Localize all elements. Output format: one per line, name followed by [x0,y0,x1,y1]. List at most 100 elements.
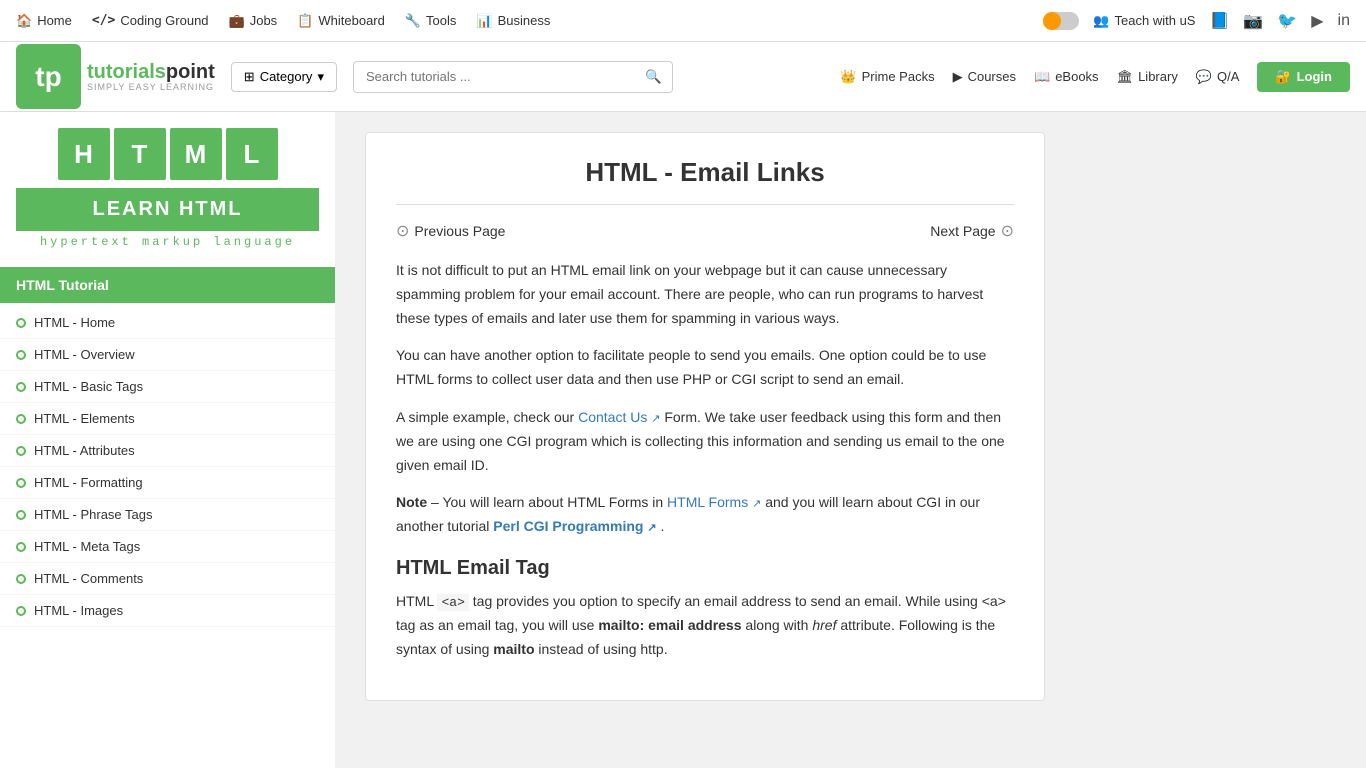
html-letter-l: L [226,128,278,180]
sidebar-item-html-basic-tags[interactable]: HTML - Basic Tags [0,371,335,403]
facebook-icon[interactable]: 📘 [1209,11,1229,31]
sidebar-item-html-meta-tags[interactable]: HTML - Meta Tags [0,531,335,563]
href-em: href [812,617,836,633]
sidebar-item-html-comments[interactable]: HTML - Comments [0,563,335,595]
qa-link[interactable]: 💬 Q/A [1196,69,1240,85]
nav-business[interactable]: 📊 Business [476,13,550,29]
hypertext-tagline: hypertext markup language [16,231,319,255]
instagram-icon[interactable]: 📷 [1243,11,1263,31]
svg-text:tp: tp [35,61,61,92]
login-button[interactable]: 🔐 Login [1257,62,1350,92]
nav-tools[interactable]: 🔧 Tools [405,13,457,29]
library-link[interactable]: 🏛 Library [1117,69,1178,85]
nav-coding-ground[interactable]: </> Coding Ground [92,13,209,28]
bullet-icon [16,510,26,520]
home-icon: 🏠 [16,13,32,29]
tutorial-title: HTML Tutorial [0,267,335,303]
top-nav-right: 👥 Teach with uS 📘 📷 🐦 ▶ in [1043,11,1350,31]
paragraph-3: A simple example, check our Contact Us ↗… [396,406,1014,477]
html-banner: H T M L LEARN HTML hypertext markup lang… [16,128,319,255]
paragraph-1: It is not difficult to put an HTML email… [396,259,1014,330]
library-icon: 🏛 [1117,69,1134,85]
sidebar-item-html-elements[interactable]: HTML - Elements [0,403,335,435]
bullet-icon [16,414,26,424]
sidebar-item-html-attributes[interactable]: HTML - Attributes [0,435,335,467]
html-letter-t: T [114,128,166,180]
previous-page-button[interactable]: ⊙ Previous Page [396,221,505,241]
external-link-icon-3: ↗ [647,522,656,534]
section-title-email-tag: HTML Email Tag [396,557,1014,580]
sidebar-item-html-images[interactable]: HTML - Images [0,595,335,627]
note-paragraph: Note – You will learn about HTML Forms i… [396,491,1014,539]
next-page-button[interactable]: Next Page ⊙ [930,221,1014,241]
sidebar: H T M L LEARN HTML hypertext markup lang… [0,112,335,768]
top-nav: 🏠 Home </> Coding Ground 💼 Jobs 📋 Whiteb… [0,0,1366,42]
courses-link[interactable]: ▶ Courses [953,69,1016,85]
linkedin-icon[interactable]: in [1338,12,1350,30]
main-content: HTML - Email Links ⊙ Previous Page Next … [335,112,1366,768]
top-nav-left: 🏠 Home </> Coding Ground 💼 Jobs 📋 Whiteb… [16,13,550,29]
mailto-strong: mailto: email address [598,617,741,633]
logo-image: tp [16,44,81,109]
page-layout: H T M L LEARN HTML hypertext markup lang… [0,112,1366,768]
dark-mode-toggle[interactable] [1043,12,1079,30]
title-divider [396,204,1014,205]
note-label: Note [396,494,427,510]
search-icon: 🔍 [645,69,662,84]
nav-whiteboard[interactable]: 📋 Whiteboard [297,13,385,29]
youtube-icon[interactable]: ▶ [1311,11,1323,31]
grid-icon: ⊞ [244,69,255,85]
teach-icon: 👥 [1093,13,1109,29]
tools-icon: 🔧 [405,13,421,29]
perl-cgi-link[interactable]: Perl CGI Programming ↗ [493,518,660,534]
sidebar-item-html-phrase-tags[interactable]: HTML - Phrase Tags [0,499,335,531]
page-nav-buttons: ⊙ Previous Page Next Page ⊙ [396,221,1014,241]
prime-icon: 👑 [840,69,856,85]
category-button[interactable]: ⊞ Category ▾ [231,62,337,92]
bullet-icon [16,446,26,456]
right-arrow-icon: ⊙ [1001,221,1014,241]
html-forms-link[interactable]: HTML Forms ↗ [667,494,765,510]
jobs-icon: 💼 [229,13,245,29]
html-letter-h: H [58,128,110,180]
login-icon: 🔐 [1275,69,1291,85]
sidebar-item-html-home[interactable]: HTML - Home [0,307,335,339]
bullet-icon [16,478,26,488]
bullet-icon [16,542,26,552]
business-icon: 📊 [476,13,492,29]
qa-icon: 💬 [1196,69,1212,85]
bullet-icon [16,382,26,392]
nav-jobs[interactable]: 💼 Jobs [229,13,278,29]
bullet-icon [16,350,26,360]
sidebar-item-html-overview[interactable]: HTML - Overview [0,339,335,371]
sidebar-item-html-formatting[interactable]: HTML - Formatting [0,467,335,499]
courses-icon: ▶ [953,69,963,85]
paragraph-2: You can have another option to facilitat… [396,344,1014,392]
header-right: 👑 Prime Packs ▶ Courses 📖 eBooks 🏛 Libra… [840,62,1350,92]
logo-text: tutorialspoint SIMPLY EASY LEARNING [87,62,215,92]
contact-us-link[interactable]: Contact Us ↗ [578,409,664,425]
whiteboard-icon: 📋 [297,13,313,29]
a-tag-code: <a> [437,594,468,611]
logo-link[interactable]: tp tutorialspoint SIMPLY EASY LEARNING [16,44,215,109]
bullet-icon [16,574,26,584]
search-button[interactable]: 🔍 [635,62,672,92]
mailto-strong-2: mailto [493,641,534,657]
ebooks-link[interactable]: 📖 eBooks [1034,69,1099,85]
prime-packs-link[interactable]: 👑 Prime Packs [840,69,934,85]
search-input[interactable] [354,62,635,91]
bullet-icon [16,606,26,616]
main-header: tp tutorialspoint SIMPLY EASY LEARNING ⊞… [0,42,1366,112]
twitter-icon[interactable]: 🐦 [1277,11,1297,31]
page-title: HTML - Email Links [396,157,1014,188]
html-letters: H T M L [16,128,319,180]
toggle-knob [1043,12,1061,30]
bullet-icon [16,318,26,328]
learn-html-banner: LEARN HTML [16,188,319,231]
coding-icon: </> [92,13,115,28]
external-link-icon-2: ↗ [752,498,761,510]
content-box: HTML - Email Links ⊙ Previous Page Next … [365,132,1045,701]
paragraph-4: HTML <a> tag provides you option to spec… [396,590,1014,662]
teach-with-us-link[interactable]: 👥 Teach with uS [1093,13,1195,29]
nav-home[interactable]: 🏠 Home [16,13,72,29]
